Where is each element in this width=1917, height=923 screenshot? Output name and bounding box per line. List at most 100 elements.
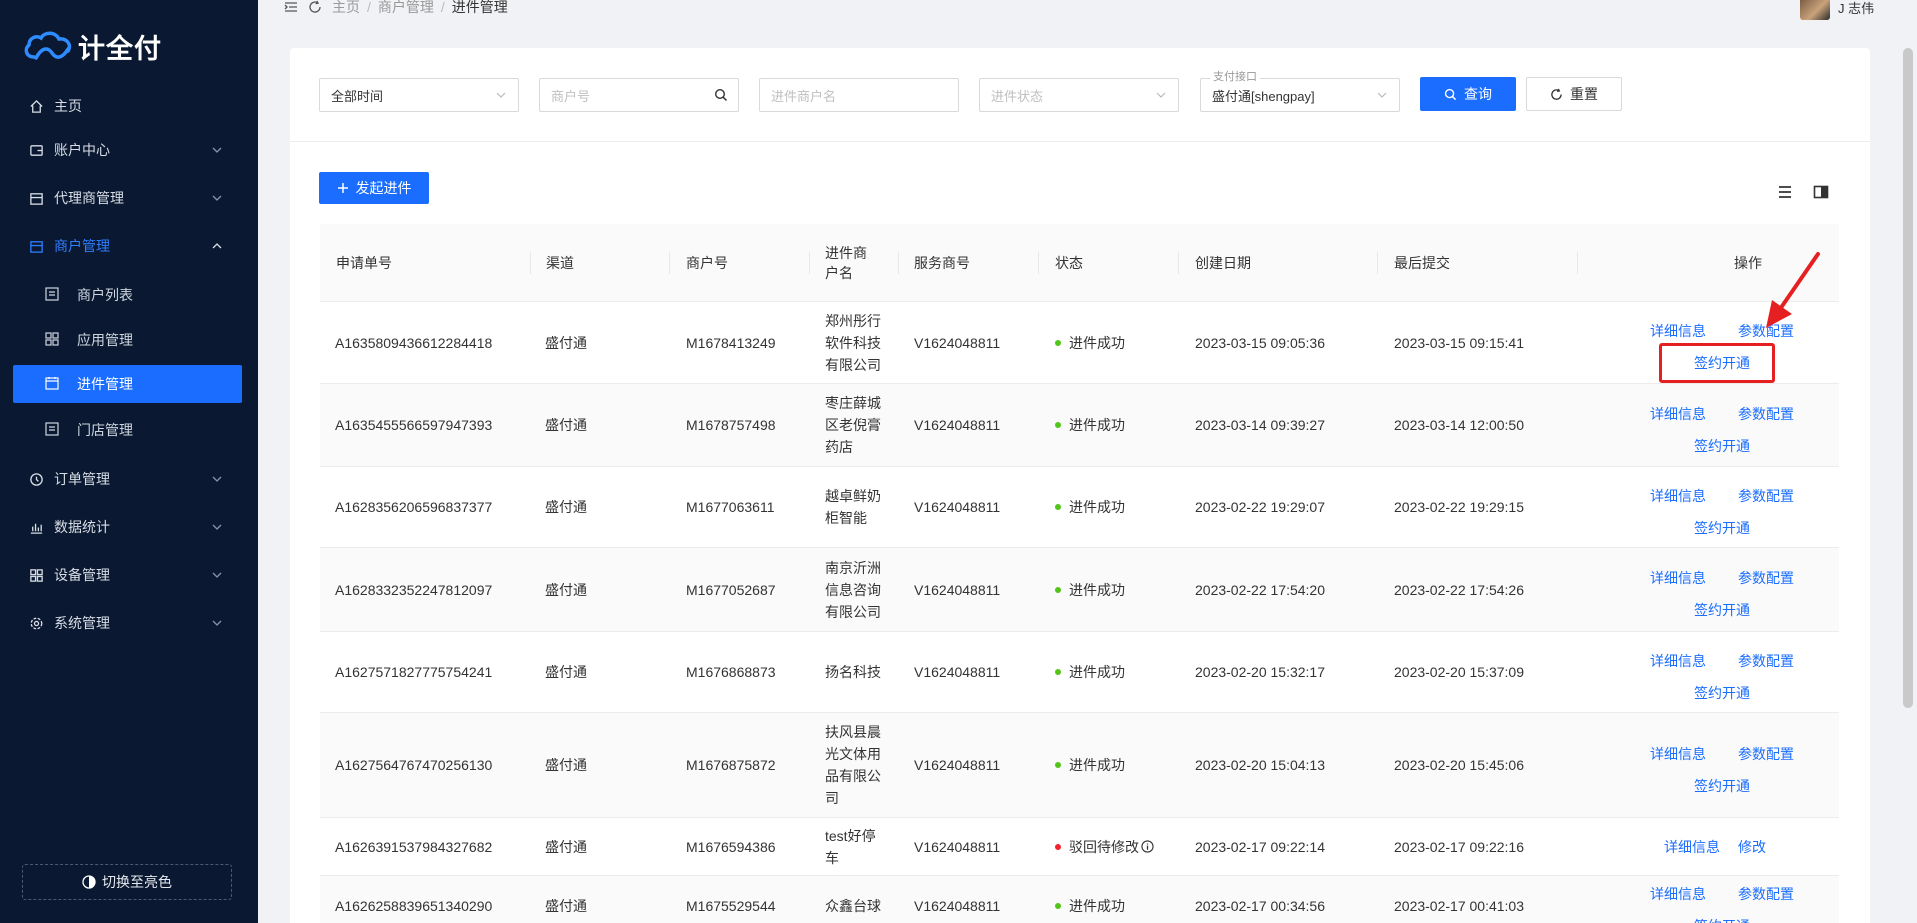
- theme-toggle-button[interactable]: 切换至亮色: [22, 864, 232, 900]
- status-badge: 进件成功: [1055, 548, 1125, 631]
- status-badge: 进件成功: [1055, 384, 1125, 466]
- params-link[interactable]: 参数配置: [1738, 884, 1794, 904]
- cell-merchant-no: M1676868873: [686, 664, 776, 680]
- detail-link[interactable]: 详细信息: [1650, 321, 1706, 341]
- sign-link[interactable]: 签约开通: [1694, 436, 1750, 456]
- shop-icon: [28, 190, 44, 206]
- row-actions: 详细信息 参数配置签约开通: [1650, 876, 1840, 923]
- cell-last-submit: 2023-03-14 12:00:50: [1394, 417, 1524, 433]
- half-moon-icon: [82, 875, 96, 889]
- cell-merchant-name: 众鑫台球: [825, 897, 881, 914]
- status-dot: [1055, 843, 1061, 850]
- params-link[interactable]: 参数配置: [1738, 486, 1794, 506]
- cell-merchant-no: M1678413249: [686, 334, 776, 351]
- cell-apply-no: A1628332352247812097: [335, 581, 493, 598]
- cell-created: 2023-02-22 17:54:20: [1195, 581, 1325, 598]
- merchant-no-input[interactable]: 商户号: [539, 78, 739, 112]
- menu-fold-icon[interactable]: [284, 0, 298, 14]
- detail-link[interactable]: 详细信息: [1650, 404, 1706, 424]
- edit-link[interactable]: 修改: [1738, 837, 1766, 857]
- column-settings-icon[interactable]: [1812, 183, 1830, 201]
- info-icon[interactable]: [1141, 840, 1154, 853]
- nav-home[interactable]: 主页: [0, 88, 258, 124]
- cell-merchant-no: M1675529544: [686, 897, 776, 914]
- th-status: 状态: [1055, 255, 1083, 271]
- create-onboarding-button[interactable]: 发起进件: [319, 172, 429, 204]
- nav-device[interactable]: 设备管理: [0, 557, 258, 593]
- detail-link[interactable]: 详细信息: [1650, 651, 1706, 671]
- row-actions: 详细信息 参数配置签约开通: [1650, 548, 1840, 631]
- nav-merchant-label: 商户管理: [54, 238, 110, 254]
- table-row: A1628356206596837377 盛付通 M1677063611 越卓鲜奶 柜智…: [320, 467, 1839, 548]
- cell-merchant-name: 扬名科技: [825, 664, 881, 680]
- chevron-down-icon: [212, 572, 222, 578]
- params-link[interactable]: 参数配置: [1738, 744, 1794, 764]
- nav-stats[interactable]: 数据统计: [0, 509, 258, 545]
- breadcrumb-parent[interactable]: 商户管理: [378, 0, 434, 17]
- nav-agent-label: 代理商管理: [54, 190, 124, 206]
- nav-app-manage[interactable]: 应用管理: [0, 321, 258, 359]
- status-badge: 进件成功: [1055, 632, 1125, 712]
- refresh-icon[interactable]: [308, 0, 322, 14]
- avatar: [1800, 0, 1830, 20]
- page-scrollbar[interactable]: [1903, 48, 1913, 708]
- breadcrumb-home[interactable]: 主页: [332, 0, 360, 17]
- nav-order[interactable]: 订单管理: [0, 461, 258, 497]
- breadcrumb-current: 进件管理: [451, 0, 508, 15]
- sign-link[interactable]: 签约开通: [1694, 683, 1750, 703]
- reset-button[interactable]: 重置: [1526, 77, 1622, 111]
- grid-icon: [28, 567, 44, 583]
- cell-created: 2023-03-15 09:05:36: [1195, 334, 1325, 351]
- table-row: A1627564767470256130 盛付通 M1676875872 扶风县晨 光文…: [320, 713, 1839, 818]
- sign-highlight-box: [1659, 343, 1775, 383]
- cell-last-submit: 2023-02-17 00:41:03: [1394, 897, 1524, 914]
- cell-service-no: V1624048811: [914, 417, 1001, 433]
- detail-link[interactable]: 详细信息: [1650, 486, 1706, 506]
- list-icon: [45, 422, 61, 438]
- query-button[interactable]: 查询: [1420, 77, 1516, 111]
- sign-link[interactable]: 签约开通: [1694, 916, 1750, 923]
- chevron-down-icon: [212, 147, 222, 153]
- sign-link[interactable]: 签约开通: [1694, 776, 1750, 796]
- nav-app-manage-label: 应用管理: [77, 332, 133, 348]
- detail-link[interactable]: 详细信息: [1664, 837, 1720, 857]
- th-merchant-no: 商户号: [686, 255, 728, 271]
- row-actions: 详细信息 参数配置签约开通: [1650, 467, 1840, 547]
- params-link[interactable]: 参数配置: [1738, 568, 1794, 588]
- time-range-select[interactable]: 全部时间: [319, 78, 519, 112]
- cell-created: 2023-02-20 15:04:13: [1195, 757, 1325, 773]
- sign-link[interactable]: 签约开通: [1694, 600, 1750, 620]
- cell-merchant-no: M1676875872: [686, 757, 776, 773]
- status-select[interactable]: 进件状态: [979, 78, 1179, 112]
- cell-channel: 盛付通: [545, 897, 587, 914]
- chevron-down-icon: [1156, 92, 1166, 98]
- grid-icon: [45, 332, 61, 348]
- merchant-name-input[interactable]: 进件商户名: [759, 78, 959, 112]
- nav-merchant[interactable]: 商户管理: [0, 228, 258, 264]
- nav-device-label: 设备管理: [54, 567, 110, 583]
- cell-channel: 盛付通: [545, 417, 587, 433]
- sign-link[interactable]: 签约开通: [1694, 518, 1750, 538]
- detail-link[interactable]: 详细信息: [1650, 568, 1706, 588]
- detail-link[interactable]: 详细信息: [1650, 884, 1706, 904]
- nav-agent[interactable]: 代理商管理: [0, 180, 258, 216]
- cell-created: 2023-02-22 19:29:07: [1195, 499, 1325, 515]
- cell-created: 2023-02-17 09:22:14: [1195, 838, 1325, 855]
- logo: 计全付: [22, 26, 162, 66]
- red-arrow-icon: [1766, 252, 1820, 328]
- nav-system[interactable]: 系统管理: [0, 605, 258, 641]
- user-menu[interactable]: J 志伟: [1800, 0, 1874, 20]
- status-badge: 进件成功: [1055, 713, 1125, 817]
- cell-channel: 盛付通: [545, 334, 587, 351]
- density-icon[interactable]: [1776, 183, 1794, 201]
- status-dot: [1055, 902, 1061, 909]
- search-icon[interactable]: [714, 88, 728, 102]
- nav-merchant-list[interactable]: 商户列表: [0, 276, 258, 314]
- cell-channel: 盛付通: [545, 499, 587, 515]
- detail-link[interactable]: 详细信息: [1650, 744, 1706, 764]
- nav-account[interactable]: 账户中心: [0, 132, 258, 168]
- nav-store[interactable]: 门店管理: [0, 411, 258, 449]
- params-link[interactable]: 参数配置: [1738, 404, 1794, 424]
- nav-onboarding[interactable]: 进件管理: [13, 365, 242, 403]
- params-link[interactable]: 参数配置: [1738, 651, 1794, 671]
